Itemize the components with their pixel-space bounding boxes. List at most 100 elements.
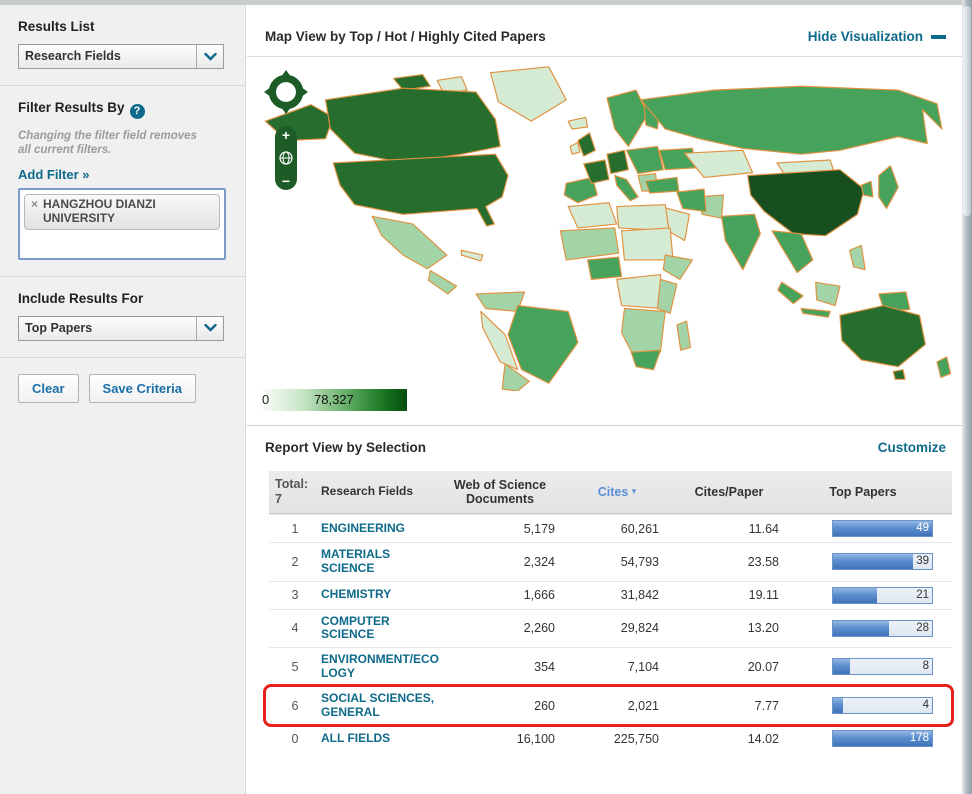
filter-results-label: Filter Results By [18,100,125,115]
filter-tag-label: HANGZHOU DIANZI UNIVERSITY [43,198,213,226]
top-papers-value: 4 [923,699,929,711]
row-rank: 6 [269,699,321,713]
table-row: 4COMPUTER SCIENCE2,26029,82413.2028 [269,609,952,648]
filter-note: Changing the filter field removes all cu… [18,129,208,158]
top-papers-bar: 178 [832,730,933,747]
top-papers-cell: 39 [793,553,939,570]
top-papers-bar: 49 [832,520,933,537]
top-papers-value: 8 [923,660,929,672]
report-view-section: Report View by Selection Customize Total… [247,425,962,752]
research-field-cell: SOCIAL SCIENCES, GENERAL [321,692,439,720]
top-papers-bar-fill [833,621,889,636]
table-header-row: Total: 7 Research Fields Web of Science … [269,471,952,514]
research-fields-header: Research Fields [321,485,439,499]
filter-tag[interactable]: × HANGZHOU DIANZI UNIVERSITY [24,194,220,231]
results-list-selected-value: Research Fields [19,45,196,68]
top-papers-bar: 8 [832,658,933,675]
vertical-scrollbar[interactable] [962,0,972,794]
map-zoom-control[interactable]: + − [275,126,297,190]
help-icon[interactable]: ? [130,104,145,119]
scrollbar-thumb[interactable] [963,6,971,216]
map-view-title: Map View by Top / Hot / Highly Cited Pap… [265,29,546,44]
legend-min-value: 0 [262,392,269,407]
top-papers-bar: 28 [832,620,933,637]
include-results-selected-value: Top Papers [19,317,196,340]
include-results-select[interactable]: Top Papers [18,316,224,341]
filter-results-section: Filter Results By? Changing the filter f… [0,86,245,277]
top-papers-cell: 49 [793,520,939,537]
research-field-link[interactable]: MATERIALS SCIENCE [321,547,390,575]
globe-icon[interactable] [279,151,293,165]
research-field-link[interactable]: CHEMISTRY [321,587,391,601]
cites-sort-header[interactable]: Cites ▾ [569,485,673,499]
report-view-header: Report View by Selection Customize [247,426,962,467]
save-criteria-button[interactable]: Save Criteria [89,374,197,403]
top-papers-bar-fill [833,554,913,569]
clear-button[interactable]: Clear [18,374,79,403]
include-results-heading: Include Results For [18,291,227,306]
map-pan-control[interactable] [263,69,309,115]
zoom-out-button[interactable]: − [282,175,290,187]
row-rank: 4 [269,621,321,635]
cites-value: 60,261 [569,522,673,536]
row-rank: 1 [269,522,321,536]
research-field-link[interactable]: ENGINEERING [321,521,405,535]
world-map[interactable] [257,61,957,391]
research-field-cell: ALL FIELDS [321,732,439,746]
table-row: 3CHEMISTRY1,66631,84219.1121 [269,581,952,609]
chevron-down-icon [196,317,223,340]
chevron-down-icon [196,45,223,68]
zoom-in-button[interactable]: + [282,129,290,141]
top-papers-bar: 39 [832,553,933,570]
filters-sidebar: Results List Research Fields Filter Resu… [0,5,246,794]
hide-visualization-link[interactable]: Hide Visualization [808,29,946,44]
top-papers-value: 49 [916,522,929,534]
cites-value: 225,750 [569,732,673,746]
cites-value: 2,021 [569,699,673,713]
cites-per-paper-value: 19.11 [673,588,793,602]
customize-link[interactable]: Customize [878,440,946,455]
cites-per-paper-header: Cites/Paper [673,485,793,499]
top-papers-cell: 28 [793,620,939,637]
report-view-title: Report View by Selection [265,440,426,455]
research-field-link[interactable]: COMPUTER SCIENCE [321,614,390,642]
table-row: 5ENVIRONMENT/ECOLOGY3547,10420.078 [269,647,952,686]
research-field-link[interactable]: ALL FIELDS [321,731,390,745]
research-field-link[interactable]: SOCIAL SCIENCES, GENERAL [321,691,434,719]
legend-max-value: 78,327 [314,392,354,407]
page-top-strip [0,0,972,5]
top-papers-value: 178 [910,732,929,744]
top-papers-bar-fill [833,698,843,713]
row-rank: 0 [269,732,321,746]
table-row: 1ENGINEERING5,17960,26111.6449 [269,514,952,542]
add-filter-link[interactable]: Add Filter » [18,167,90,182]
top-papers-bar: 21 [832,587,933,604]
criteria-buttons: Clear Save Criteria [0,358,245,419]
row-rank: 3 [269,588,321,602]
row-rank: 2 [269,555,321,569]
table-body: 1ENGINEERING5,17960,26111.64492MATERIALS… [269,514,952,752]
wos-documents-value: 2,260 [439,621,569,635]
results-list-select[interactable]: Research Fields [18,44,224,69]
top-papers-bar: 4 [832,697,933,714]
results-list-section: Results List Research Fields [0,5,245,86]
research-field-cell: CHEMISTRY [321,588,439,602]
research-field-link[interactable]: ENVIRONMENT/ECOLOGY [321,652,439,680]
top-papers-cell: 178 [793,730,939,747]
top-papers-cell: 4 [793,697,939,714]
top-papers-value: 21 [916,589,929,601]
report-table: Total: 7 Research Fields Web of Science … [269,471,952,752]
top-papers-bar-fill [833,659,850,674]
remove-filter-icon[interactable]: × [31,198,38,226]
total-label: Total: [275,477,308,491]
cites-per-paper-value: 14.02 [673,732,793,746]
wos-documents-value: 1,666 [439,588,569,602]
top-papers-cell: 21 [793,587,939,604]
map-visualization: + − 0 78,327 [247,57,962,425]
top-papers-value: 28 [916,622,929,634]
active-filters-box[interactable]: × HANGZHOU DIANZI UNIVERSITY [18,188,226,260]
include-results-section: Include Results For Top Papers [0,277,245,358]
cites-per-paper-value: 20.07 [673,660,793,674]
table-row: 6SOCIAL SCIENCES, GENERAL2602,0217.774 [269,686,952,725]
total-count: 7 [275,492,282,506]
